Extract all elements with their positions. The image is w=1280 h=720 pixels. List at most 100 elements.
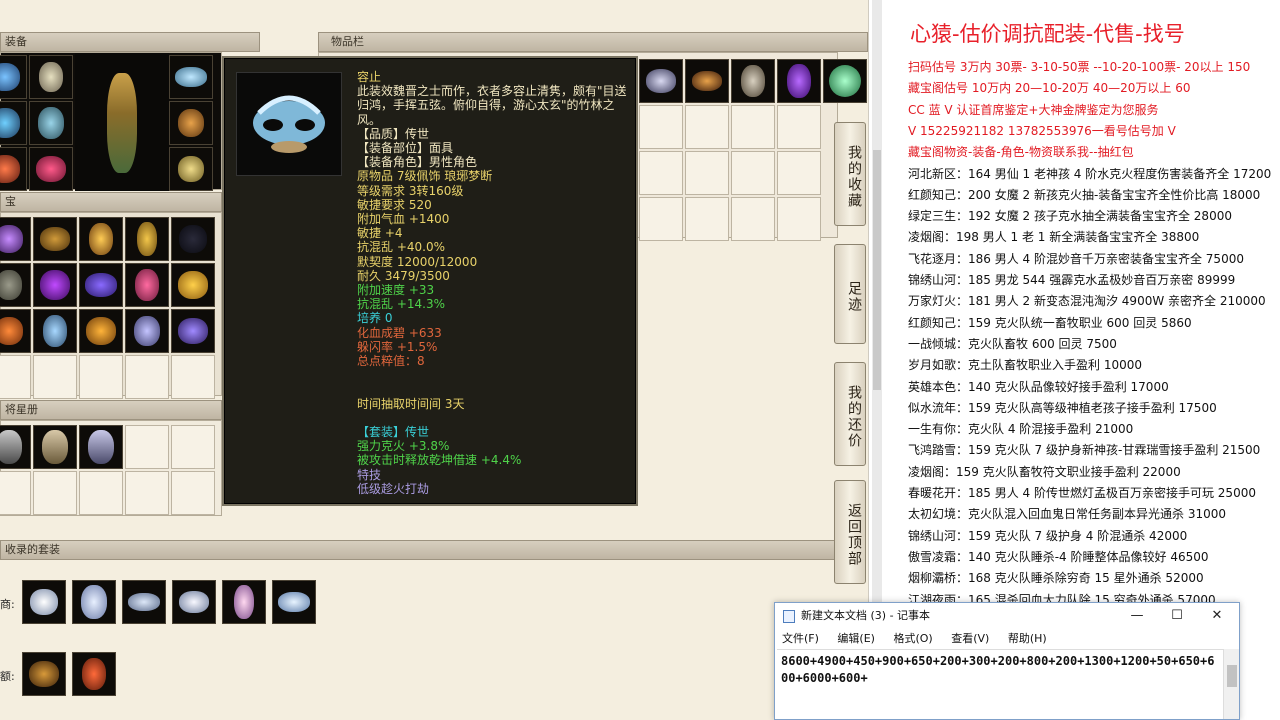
footprint-button[interactable]: 足迹 [834,244,866,344]
notepad-menubar: 文件(F) 编辑(E) 格式(O) 查看(V) 帮助(H) [775,629,1239,649]
suit-item[interactable] [222,580,266,624]
back-to-top-button[interactable]: 返回顶部 [834,480,866,584]
bag-header: 物品栏 [318,32,868,52]
tooltip-line: 被攻击时释放乾坤借速 +4.4% [357,453,522,468]
tooltip-line [357,382,637,396]
doc-line: 飞鸿踏雪：159 克火队 7 级护身新神孩-甘霖瑞雪接手盈利 21500 [908,443,1261,458]
menu-file[interactable]: 文件(F) [782,632,819,645]
mask-icon [236,72,342,176]
close-button[interactable]: ✕ [1197,603,1237,629]
equip-slot[interactable] [0,55,27,99]
doc-line: 一战倾城：克火队畜牧 600 回灵 7500 [908,336,1117,351]
character-portrait [75,53,169,191]
suit-item[interactable] [272,580,316,624]
star-panel [0,420,222,516]
doc-line: 似水流年：159 克火队高等级神植老孩子接手盈利 17500 [908,400,1217,415]
tooltip-line: 抗混乱 +14.3% [357,297,445,312]
equip-header: 装备 [0,32,260,52]
equip-slot[interactable] [0,101,27,145]
bag-slot[interactable] [823,59,867,103]
bag-slot[interactable] [685,59,729,103]
notepad-scrollbar[interactable] [1223,649,1239,719]
tooltip-line: 敏捷 +4 [357,226,403,241]
treasure-panel [0,212,222,399]
tooltip-line: 原物品 7级佩饰 琅琊梦断 [357,169,493,184]
bag-slot[interactable] [777,59,821,103]
menu-edit[interactable]: 编辑(E) [837,632,875,645]
doc-line: 扫码估号 3万内 30票- 3-10-50票 --10-20-100票- 20以… [908,60,1251,74]
doc-line: 锦绣山河：159 克火队 7 级护身 4 阶混通杀 42000 [908,528,1188,543]
equip-slot[interactable] [29,101,73,145]
tooltip-line: 化血成碧 +633 [357,325,442,340]
top-bar [0,0,868,30]
bag-slot[interactable] [639,59,683,103]
suit-item[interactable] [72,580,116,624]
doc-line: 岁月如歌：克土队畜牧职业入手盈利 10000 [908,358,1142,373]
tooltip-line: 附加气血 +1400 [357,212,450,227]
tooltip-text: 容止 此装效魏晋之士而作，衣者多容止清隽，颇有"目送 归鸿，手挥五弦。俯仰自得，游… [357,70,637,496]
my-counteroffer-button[interactable]: 我的还价 [834,362,866,466]
equip-panel [0,52,222,191]
my-favorites-button[interactable]: 我的收藏 [834,122,866,226]
tooltip-line: 【品质】传世 [357,126,430,141]
suit-item[interactable] [72,652,116,696]
suit-item[interactable] [22,652,66,696]
notepad-window[interactable]: 新建文本文档 (3) - 记事本 — ☐ ✕ 文件(F) 编辑(E) 格式(O)… [774,602,1240,720]
doc-line: 藏宝阁估号 10万内 20—10-20万 40—20万以上 60 [908,81,1191,96]
notepad-icon [783,610,795,623]
star-header: 将星册 [0,400,222,420]
tooltip-line: 总点粹值：8 [357,354,425,369]
doc-line: 河北新区：164 男仙 1 老神孩 4 阶水克火程度伤害装备齐全 17200 [908,166,1272,181]
suit-item[interactable] [122,580,166,624]
equip-slot-mask[interactable] [169,55,213,99]
tooltip-line: 低级趁火打劫 [357,481,430,496]
doc-line: 万家灯火：181 男人 2 新变态混沌淘汐 4900W 亲密齐全 210000 [908,294,1266,309]
doc-line: 傲雪凌霜：140 克火队睡杀-4 阶睡整体品像较好 46500 [908,549,1209,564]
suit-header: 收录的套装 [0,540,836,560]
equip-slot[interactable] [0,147,27,191]
menu-format[interactable]: 格式(O) [893,632,932,645]
doc-line: 太初幻境：克火队混入回血鬼日常任务副本异光通杀 31000 [908,507,1226,522]
doc-line: 凌烟阁：198 男人 1 老 1 新全满装备宝宝齐全 38800 [908,230,1200,245]
doc-line: 烟柳灞桥：168 克火队睡杀除穷奇 15 星外通杀 52000 [908,571,1204,586]
tooltip-line: 敏捷要求 520 [357,197,432,212]
menu-help[interactable]: 帮助(H) [1008,632,1047,645]
treasure-header: 宝 [0,192,222,212]
tooltip-line: 【套装】传世 [357,425,430,440]
tooltip-line: 培养 0 [357,311,393,326]
doc-line: CC 蓝 V 认证首席鉴定+大神金牌鉴定为您服务 [908,102,1159,117]
doc-line: 飞花逐月：186 男人 4 阶混妙音千万亲密装备宝宝齐全 75000 [908,251,1244,266]
minimize-button[interactable]: — [1117,603,1157,629]
tooltip-line: 附加速度 +33 [357,283,435,298]
notepad-text-area[interactable]: 8600+4900+450+900+650+200+300+200+800+20… [777,649,1225,719]
doc-title: 心猿-估价调抗配装-代售-找号 [910,22,1185,46]
tooltip-line: 默契度 12000/12000 [357,254,478,269]
tooltip-line: 【装备角色】男性角色 [357,155,478,170]
doc-line: 锦绣山河：185 男龙 544 强霹克水孟极妙音百万亲密 89999 [908,273,1236,287]
tooltip-line: 【装备部位】面具 [357,141,454,156]
equip-slot[interactable] [29,147,73,191]
maximize-button[interactable]: ☐ [1157,603,1197,629]
item-name: 容止 [357,70,382,84]
tooltip-line: 躲闪率 +1.5% [357,339,438,354]
equip-slot[interactable] [169,147,213,191]
game-window: 装备 宝 将星册 物品栏 收录的套装 商: 额: 我的收藏 足迹 我的还价 返回… [0,0,868,720]
doc-line: 红颜知己：159 克火队统一畜牧职业 600 回灵 5860 [908,315,1192,330]
tooltip-line: 风。 [357,112,382,127]
menu-view[interactable]: 查看(V) [951,632,989,645]
equip-slot[interactable] [29,55,73,99]
doc-line: 英雄本色：140 克火队品像较好接手盈利 17000 [908,379,1169,394]
tooltip-line: 等级需求 3转160级 [357,183,464,198]
suit-item[interactable] [172,580,216,624]
doc-line: 藏宝阁物资-装备-角色-物资联系我--抽红包 [908,145,1134,160]
tooltip-line [357,368,637,382]
suit-item[interactable] [22,580,66,624]
equip-slot[interactable] [169,101,213,145]
bag-slot[interactable] [731,59,775,103]
tooltip-line: 时间抽取时间间 3天 [357,396,465,411]
tooltip-line: 耐久 3479/3500 [357,268,450,283]
tooltip-line: 特技 [357,467,382,482]
item-tooltip: 容止 此装效魏晋之士而作，衣者多容止清隽，颇有"目送 归鸿，手挥五弦。俯仰自得，游… [222,56,638,506]
doc-line: 红颜知己：200 女魔 2 新孩克火抽-装备宝宝齐全性价比高 18000 [908,187,1261,202]
tooltip-line: 强力克火 +3.8% [357,439,450,454]
